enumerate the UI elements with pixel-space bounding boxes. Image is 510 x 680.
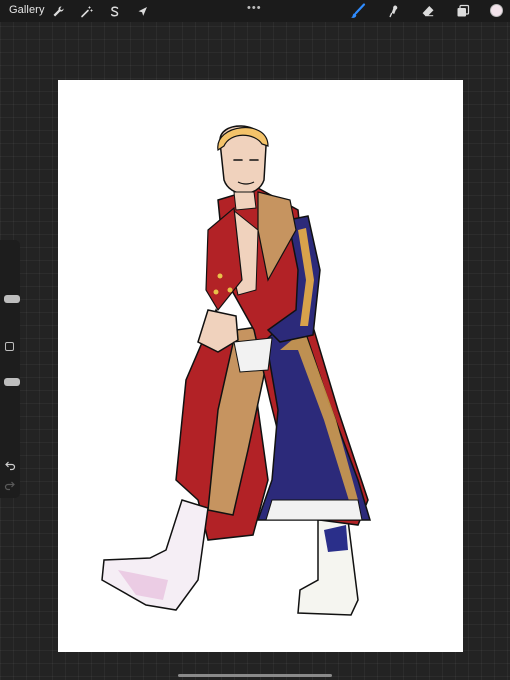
wrench-icon[interactable] [50, 3, 66, 19]
left-sidebar [0, 240, 20, 498]
eraser-icon[interactable] [420, 3, 436, 19]
redo-icon[interactable] [4, 478, 16, 491]
drawing-canvas[interactable] [58, 80, 463, 652]
color-picker-button[interactable] [490, 4, 503, 17]
opacity-slider[interactable] [2, 358, 20, 448]
illustration-figure [101, 125, 372, 616]
top-toolbar: Gallery ••• [0, 0, 510, 22]
brush-icon[interactable] [349, 2, 367, 20]
modify-button[interactable] [5, 342, 14, 351]
smudge-icon[interactable] [385, 3, 401, 19]
selection-s-icon[interactable] [106, 3, 122, 19]
undo-icon[interactable] [4, 458, 16, 471]
transform-arrow-icon[interactable] [134, 3, 150, 19]
more-options-icon[interactable]: ••• [247, 2, 262, 14]
magic-wand-icon[interactable] [78, 3, 94, 19]
opacity-thumb[interactable] [4, 377, 20, 386]
brush-size-thumb[interactable] [4, 294, 20, 303]
gallery-button[interactable]: Gallery [9, 4, 45, 16]
brush-size-slider[interactable] [2, 246, 20, 336]
layers-icon[interactable] [455, 3, 471, 19]
home-indicator [178, 674, 332, 677]
